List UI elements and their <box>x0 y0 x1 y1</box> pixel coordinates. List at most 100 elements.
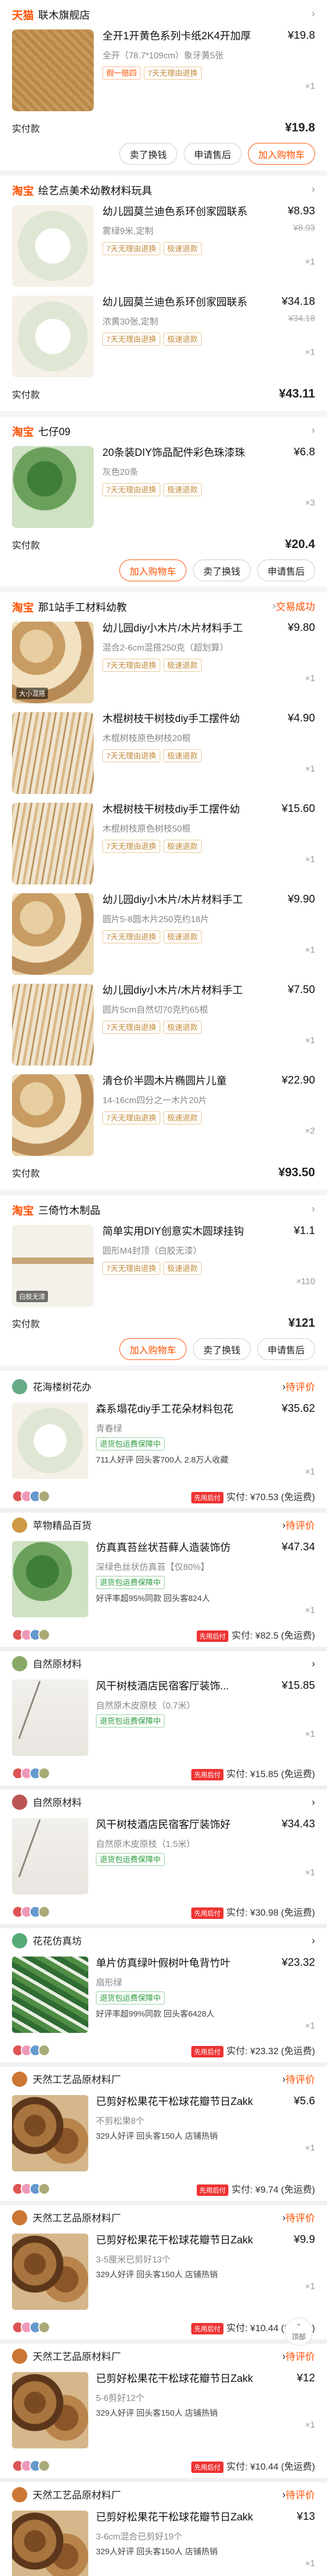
review-item[interactable]: 森系塌花diy手工花朵材料包花 ¥35.62 青春绿 退货包运费保障中 711人好评 回… <box>12 1399 315 1484</box>
product-title[interactable]: 木棍树枝干树枝diy手工摆件幼 <box>102 803 276 817</box>
review-shop-header[interactable]: 花花仿真坊 › <box>12 1928 315 1953</box>
order-item[interactable]: 白胶无漆 简单实用DIY创意实木圆球挂钩 ¥1.1 圆形M4封顶（白胶无漆） 7天无理由… <box>12 1220 315 1311</box>
action-button[interactable]: 申请售后 <box>184 143 241 165</box>
order-item[interactable]: 木棍树枝干树枝diy手工摆件幼 ¥15.60 木棍树枝原色树枝50根 7天无理由退换极… <box>12 798 315 889</box>
product-thumbnail[interactable] <box>12 2234 88 2310</box>
product-thumbnail[interactable] <box>12 2372 88 2448</box>
product-thumbnail[interactable] <box>12 446 94 528</box>
shop-name[interactable]: 绘艺点美术幼教材料玩具 <box>38 183 308 197</box>
shop-name[interactable]: 天然工艺品原材料厂 <box>33 2488 282 2502</box>
product-thumbnail[interactable] <box>12 893 94 975</box>
review-item[interactable]: 单片仿真绿叶假树叶龟背竹叶 ¥23.32 扇形绿 退货包运费保障中 好评率超99%同款 … <box>12 1953 315 2038</box>
product-thumbnail[interactable] <box>12 803 94 884</box>
shop-name[interactable]: 三倚竹木制品 <box>38 1202 308 1217</box>
product-title[interactable]: 幼儿园diy小木片/木片材料手工 <box>102 622 282 636</box>
product-thumbnail[interactable] <box>12 296 94 377</box>
shop-name[interactable]: 天然工艺品原材料厂 <box>33 2349 282 2363</box>
shop-header[interactable]: 天猫 联木旗舰店 › <box>12 3 315 25</box>
product-title[interactable]: 仿真真苔丝状苔藓人造装饰仿 <box>96 1541 276 1555</box>
action-button[interactable]: 申请售后 <box>257 1338 315 1360</box>
product-title[interactable]: 幼儿园莫兰迪色系环创家园联系 <box>102 296 276 310</box>
product-thumbnail[interactable] <box>12 2511 88 2576</box>
shop-header[interactable]: 淘宝 那1站手工材料幼教 › 交易成功 <box>12 595 315 617</box>
product-thumbnail[interactable] <box>12 1074 94 1156</box>
product-info: 木棍树枝干树枝diy手工摆件幼 ¥4.90 木棍树枝原色树枝20根 7天无理由退换 极速… <box>94 712 315 794</box>
product-title[interactable]: 已剪好松果花干松球花瓣节日Zakk <box>96 2095 288 2109</box>
review-shop-header[interactable]: 苹物精品百货 › 待评价 <box>12 1513 315 1538</box>
review-shop-header[interactable]: 天然工艺品原材料厂 › 待评价 <box>12 2205 315 2230</box>
review-shop-header[interactable]: 自然原材料 › <box>12 1651 315 1676</box>
product-thumbnail[interactable] <box>12 2095 88 2171</box>
shop-name[interactable]: 花花仿真坊 <box>33 1934 312 1948</box>
review-item[interactable]: 已剪好松果花干松球花瓣节日Zakk ¥13 3-6cm混合已剪好19个 329人好评 … <box>12 2507 315 2576</box>
action-button[interactable]: 卖了换钱 <box>119 143 177 165</box>
product-title[interactable]: 木棍树枝干树枝diy手工摆件幼 <box>102 712 282 726</box>
product-thumbnail[interactable]: 大小混搭 <box>12 622 94 703</box>
back-to-top-button[interactable]: ⌃ 顶部 <box>284 2318 313 2346</box>
action-button[interactable]: 申请售后 <box>257 559 315 581</box>
product-title[interactable]: 已剪好松果花干松球花瓣节日Zakk <box>96 2372 292 2386</box>
product-thumbnail[interactable] <box>12 1680 88 1756</box>
product-title[interactable]: 已剪好松果花干松球花瓣节日Zakk <box>96 2511 292 2525</box>
action-button[interactable]: 卖了换钱 <box>193 1338 251 1360</box>
shop-name[interactable]: 联木旗舰店 <box>38 7 308 22</box>
review-item[interactable]: 仿真真苔丝状苔藓人造装饰仿 ¥47.34 深绿色丝状仿真苔【仅80%】 退货包运费保障… <box>12 1538 315 1623</box>
product-sku: 浓黄30张,定制 ¥34.18 <box>102 314 315 327</box>
product-thumbnail[interactable] <box>12 205 94 287</box>
order-item[interactable]: 大小混搭 幼儿园diy小木片/木片材料手工 ¥9.80 混合2-6cm混搭250克（超… <box>12 617 315 708</box>
shop-name[interactable]: 天然工艺品原材料厂 <box>33 2072 282 2086</box>
review-shop-header[interactable]: 花海楼树花办 › 待评价 <box>12 1374 315 1399</box>
shop-name[interactable]: 七仔09 <box>38 424 308 438</box>
review-shop-header[interactable]: 天然工艺品原材料厂 › 待评价 <box>12 2344 315 2369</box>
product-title[interactable]: 已剪好松果花干松球花瓣节日Zakk <box>96 2234 288 2248</box>
order-item[interactable]: 幼儿园莫兰迪色系环创家园联系 ¥34.18 浓黄30张,定制 ¥34.18 7天无理由退… <box>12 291 315 382</box>
order-item[interactable]: 20条装DIY饰品配件彩色珠漆珠 ¥6.8 灰色20条 7天无理由退换 极速退款 ×3 <box>12 442 315 532</box>
shop-header[interactable]: 淘宝 绘艺点美术幼教材料玩具 › <box>12 179 315 201</box>
shop-name[interactable]: 那1站手工材料幼教 <box>38 599 269 614</box>
product-title[interactable]: 20条装DIY饰品配件彩色珠漆珠 <box>102 446 288 460</box>
order-item[interactable]: 全开1开黄色系列卡纸2K4开加厚 ¥19.8 全开（78.7*109cm）象牙黄5张… <box>12 25 315 116</box>
shop-name[interactable]: 自然原材料 <box>33 1795 312 1809</box>
product-title[interactable]: 全开1开黄色系列卡纸2K4开加厚 <box>102 29 282 44</box>
shop-name[interactable]: 花海楼树花办 <box>33 1380 282 1394</box>
product-thumbnail[interactable] <box>12 984 94 1066</box>
action-button[interactable]: 加入购物车 <box>248 143 315 165</box>
product-thumbnail[interactable] <box>12 1541 88 1617</box>
product-title[interactable]: 简单实用DIY创意实木圆球挂钩 <box>102 1225 288 1239</box>
product-title[interactable]: 清仓价半圆木片椭圆片儿童 <box>102 1074 276 1088</box>
order-item[interactable]: 木棍树枝干树枝diy手工摆件幼 ¥4.90 木棍树枝原色树枝20根 7天无理由退换 极速… <box>12 708 315 798</box>
review-shop-header[interactable]: 天然工艺品原材料厂 › 待评价 <box>12 2482 315 2507</box>
order-item[interactable]: 幼儿园diy小木片/木片材料手工 ¥9.90 圆片5-8圆木片250克约18片 7天无… <box>12 889 315 979</box>
product-title[interactable]: 幼儿园莫兰迪色系环创家园联系 <box>102 205 282 219</box>
review-item[interactable]: 风干树枝酒店民宿客厅装饰... ¥15.85 自然原木皮原枝（0.7米） 退货包运费保… <box>12 1676 315 1761</box>
order-item[interactable]: 幼儿园diy小木片/木片材料手工 ¥7.50 圆片5cm自然切70克约65根 7天无理… <box>12 979 315 1070</box>
product-title[interactable]: 幼儿园diy小木片/木片材料手工 <box>102 984 282 998</box>
product-thumbnail[interactable] <box>12 1957 88 2033</box>
review-item[interactable]: 已剪好松果花干松球花瓣节日Zakk ¥9.9 3-5厘米已剪好13个 329人好评 回… <box>12 2230 315 2315</box>
review-item[interactable]: 已剪好松果花干松球花瓣节日Zakk ¥12 5-6剪好12个 329人好评 回头客15… <box>12 2369 315 2454</box>
review-shop-header[interactable]: 天然工艺品原材料厂 › 待评价 <box>12 2067 315 2092</box>
action-button[interactable]: 加入购物车 <box>119 559 186 581</box>
shop-name[interactable]: 天然工艺品原材料厂 <box>33 2211 282 2225</box>
review-item[interactable]: 风干树枝酒店民宿客厅装饰好 ¥34.43 自然原木皮原枝（1.5米） 退货包运费保障中… <box>12 1815 315 1900</box>
product-thumbnail[interactable] <box>12 1818 88 1894</box>
order-item[interactable]: 清仓价半圆木片椭圆片儿童 ¥22.90 14-16cm四分之一木片20片 7天无理由退… <box>12 1070 315 1160</box>
shop-header[interactable]: 淘宝 三倚竹木制品 › <box>12 1199 315 1220</box>
shop-name[interactable]: 自然原材料 <box>33 1657 312 1671</box>
product-thumbnail[interactable] <box>12 1403 88 1479</box>
action-button[interactable]: 卖了换钱 <box>193 559 251 581</box>
product-title[interactable]: 单片仿真绿叶假树叶龟背竹叶 <box>96 1957 276 1971</box>
product-thumbnail[interactable] <box>12 712 94 794</box>
action-button[interactable]: 加入购物车 <box>119 1338 186 1360</box>
product-thumbnail[interactable]: 白胶无漆 <box>12 1225 94 1307</box>
product-title[interactable]: 风干树枝酒店民宿客厅装饰好 <box>96 1818 276 1832</box>
shop-header[interactable]: 淘宝 七仔09 › <box>12 420 315 442</box>
shop-name[interactable]: 苹物精品百货 <box>33 1518 282 1532</box>
product-title[interactable]: 森系塌花diy手工花朵材料包花 <box>96 1403 276 1417</box>
product-title[interactable]: 幼儿园diy小木片/木片材料手工 <box>102 893 282 907</box>
product-title[interactable]: 风干树枝酒店民宿客厅装饰... <box>96 1680 276 1694</box>
product-thumbnail[interactable] <box>12 29 94 111</box>
order-item[interactable]: 幼儿园莫兰迪色系环创家园联系 ¥8.93 雾绿9米,定制 ¥8.93 7天无理由退换 极速… <box>12 201 315 291</box>
review-item[interactable]: 已剪好松果花干松球花瓣节日Zakk ¥5.6 不剪松果8个 329人好评 回头客150… <box>12 2092 315 2177</box>
review-shop-header[interactable]: 自然原材料 › <box>12 1790 315 1815</box>
